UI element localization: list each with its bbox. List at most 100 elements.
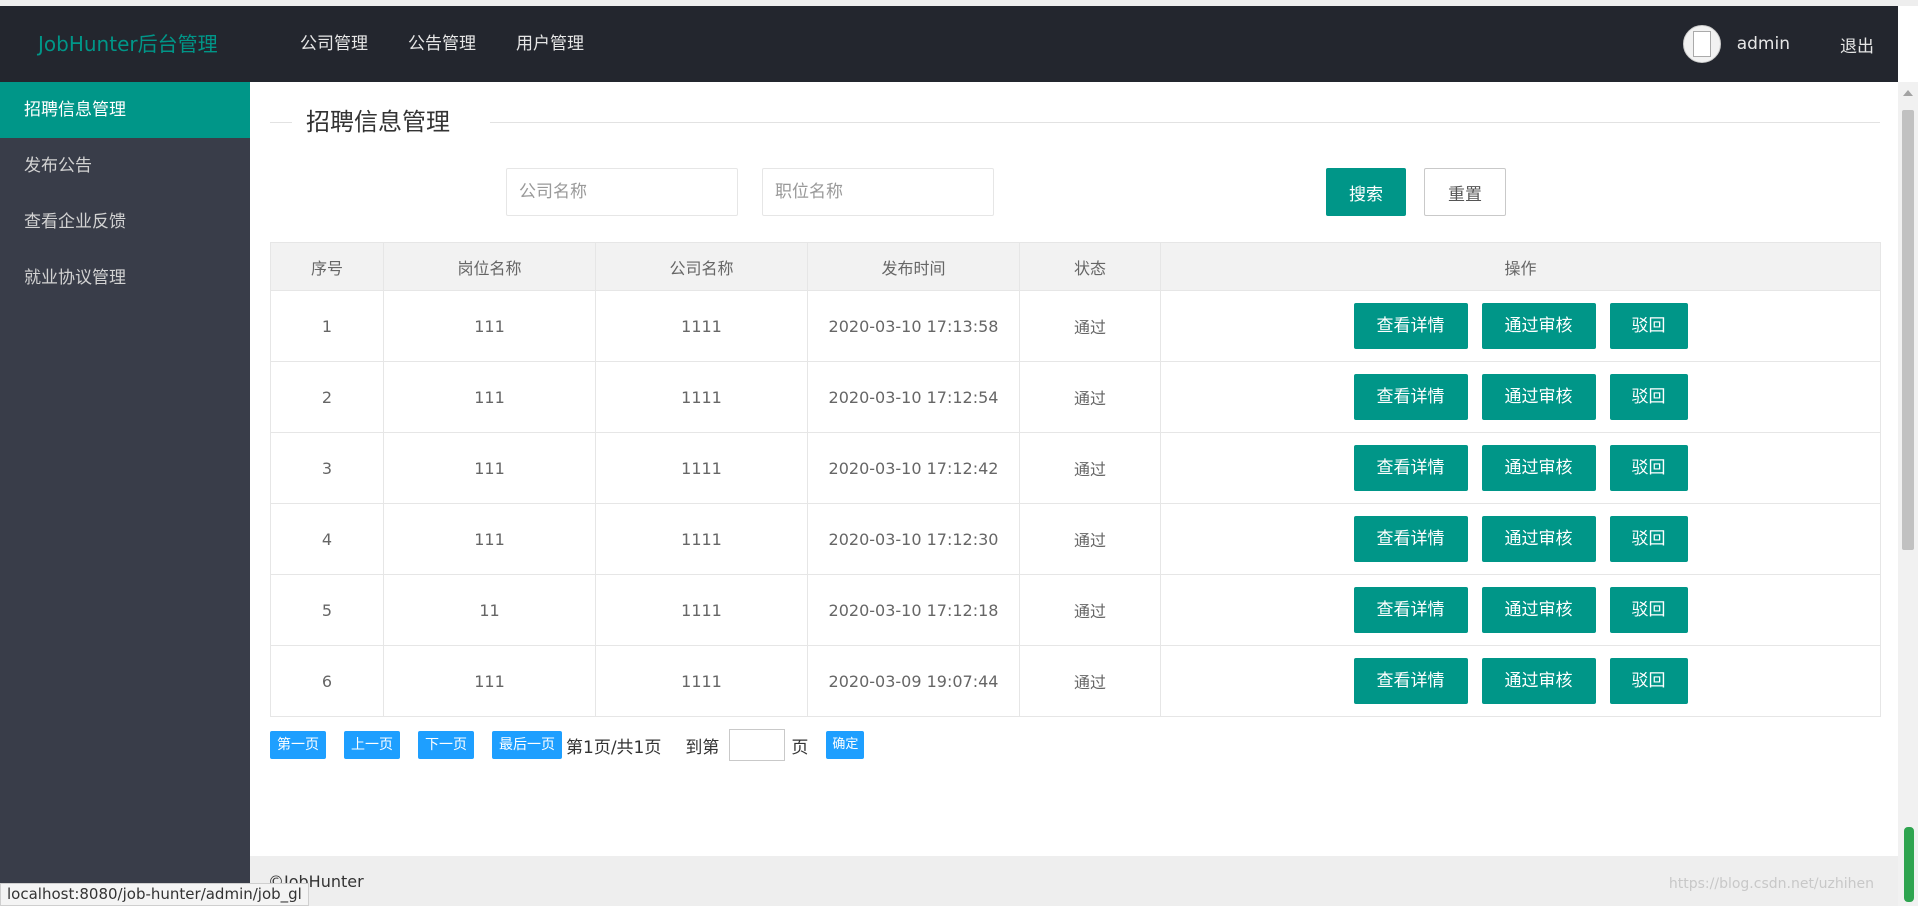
username[interactable]: admin <box>1737 34 1790 54</box>
cell-position: 111 <box>383 290 596 362</box>
view-detail-button[interactable]: 查看详情 <box>1353 587 1468 633</box>
last-page-button[interactable]: 最后一页 <box>492 731 562 759</box>
position-name-input[interactable] <box>762 168 994 216</box>
approve-button[interactable]: 通过审核 <box>1481 303 1596 349</box>
scrollbar-thumb[interactable] <box>1902 110 1914 550</box>
table-row: 3 111 1111 2020-03-10 17:12:42 通过 查看详情 通过… <box>270 432 1881 504</box>
table-row: 2 111 1111 2020-03-10 17:12:54 通过 查看详情 通过… <box>270 361 1881 433</box>
page-number-input[interactable] <box>729 729 786 761</box>
divider <box>270 122 292 123</box>
sidebar-item-recruitment[interactable]: 招聘信息管理 <box>0 82 250 138</box>
cell-company: 1111 <box>595 432 808 504</box>
page-unit-label: 页 <box>791 737 809 758</box>
cell-index: 6 <box>270 645 384 717</box>
main-content: 招聘信息管理 搜索 重置 序号 岗位名称 公司名称 发布时间 状态 操作 <box>250 82 1898 906</box>
cell-status: 通过 <box>1019 361 1161 433</box>
reject-button[interactable]: 驳回 <box>1609 374 1688 420</box>
cell-actions: 查看详情 通过审核 驳回 <box>1160 361 1881 433</box>
side-widget-thumb[interactable] <box>1904 827 1914 902</box>
company-name-input[interactable] <box>506 168 738 216</box>
cell-actions: 查看详情 通过审核 驳回 <box>1160 645 1881 717</box>
nav-company-management[interactable]: 公司管理 <box>280 6 388 82</box>
approve-button[interactable]: 通过审核 <box>1481 516 1596 562</box>
cell-position: 11 <box>383 574 596 646</box>
cell-index: 1 <box>270 290 384 362</box>
search-button[interactable]: 搜索 <box>1326 168 1406 216</box>
cell-time: 2020-03-10 17:12:54 <box>807 361 1020 433</box>
reject-button[interactable]: 驳回 <box>1609 658 1688 704</box>
view-detail-button[interactable]: 查看详情 <box>1353 658 1468 704</box>
table-row: 5 11 1111 2020-03-10 17:12:18 通过 查看详情 通过审… <box>270 574 1881 646</box>
confirm-page-button[interactable]: 确定 <box>826 731 865 759</box>
table-row: 1 111 1111 2020-03-10 17:13:58 通过 查看详情 通过… <box>270 290 1881 362</box>
first-page-button[interactable]: 第一页 <box>270 731 326 759</box>
avatar-image-icon <box>1692 31 1711 57</box>
sidebar-item-publish-notice[interactable]: 发布公告 <box>0 138 250 194</box>
table-header-row: 序号 岗位名称 公司名称 发布时间 状态 操作 <box>270 242 1881 291</box>
cell-index: 4 <box>270 503 384 575</box>
cell-time: 2020-03-10 17:12:42 <box>807 432 1020 504</box>
cell-position: 111 <box>383 361 596 433</box>
cell-actions: 查看详情 通过审核 驳回 <box>1160 290 1881 362</box>
view-detail-button[interactable]: 查看详情 <box>1353 516 1468 562</box>
cell-position: 111 <box>383 645 596 717</box>
cell-position: 111 <box>383 432 596 504</box>
divider <box>490 122 1880 123</box>
cell-actions: 查看详情 通过审核 驳回 <box>1160 503 1881 575</box>
cell-status: 通过 <box>1019 503 1161 575</box>
approve-button[interactable]: 通过审核 <box>1481 445 1596 491</box>
footer: ©JobHunter https://blog.csdn.net/uzhihen <box>250 856 1898 906</box>
cell-company: 1111 <box>595 361 808 433</box>
cell-company: 1111 <box>595 503 808 575</box>
cell-index: 3 <box>270 432 384 504</box>
approve-button[interactable]: 通过审核 <box>1481 374 1596 420</box>
cell-company: 1111 <box>595 574 808 646</box>
column-header-status: 状态 <box>1019 242 1161 291</box>
view-detail-button[interactable]: 查看详情 <box>1353 374 1468 420</box>
view-detail-button[interactable]: 查看详情 <box>1353 445 1468 491</box>
cell-position: 111 <box>383 503 596 575</box>
cell-status: 通过 <box>1019 574 1161 646</box>
cell-status: 通过 <box>1019 645 1161 717</box>
page-info: 第1页/共1页 <box>566 737 662 758</box>
cell-actions: 查看详情 通过审核 驳回 <box>1160 432 1881 504</box>
view-detail-button[interactable]: 查看详情 <box>1353 303 1468 349</box>
cell-index: 5 <box>270 574 384 646</box>
approve-button[interactable]: 通过审核 <box>1481 587 1596 633</box>
reject-button[interactable]: 驳回 <box>1609 587 1688 633</box>
prev-page-button[interactable]: 上一页 <box>344 731 400 759</box>
cell-time: 2020-03-10 17:13:58 <box>807 290 1020 362</box>
cell-time: 2020-03-10 17:12:18 <box>807 574 1020 646</box>
scroll-up-icon[interactable] <box>1903 90 1913 96</box>
reject-button[interactable]: 驳回 <box>1609 445 1688 491</box>
nav-notice-management[interactable]: 公告管理 <box>388 6 496 82</box>
next-page-button[interactable]: 下一页 <box>418 731 474 759</box>
app-logo[interactable]: JobHunter后台管理 <box>38 6 218 82</box>
top-nav: 公司管理 公告管理 用户管理 <box>280 6 604 82</box>
cell-time: 2020-03-10 17:12:30 <box>807 503 1020 575</box>
section-header: 招聘信息管理 <box>270 104 1880 140</box>
nav-user-management[interactable]: 用户管理 <box>496 6 604 82</box>
sidebar-item-agreement[interactable]: 就业协议管理 <box>0 250 250 306</box>
scrollbar[interactable] <box>1898 82 1918 906</box>
reject-button[interactable]: 驳回 <box>1609 516 1688 562</box>
approve-button[interactable]: 通过审核 <box>1481 658 1596 704</box>
reject-button[interactable]: 驳回 <box>1609 303 1688 349</box>
column-header-time: 发布时间 <box>807 242 1020 291</box>
recruitment-table: 序号 岗位名称 公司名称 发布时间 状态 操作 1 111 1111 2020-… <box>270 242 1881 717</box>
browser-status-bar: localhost:8080/job-hunter/admin/job_gl <box>0 883 309 906</box>
table-row: 4 111 1111 2020-03-10 17:12:30 通过 查看详情 通过… <box>270 503 1881 575</box>
cell-index: 2 <box>270 361 384 433</box>
column-header-position: 岗位名称 <box>383 242 596 291</box>
column-header-index: 序号 <box>270 242 384 291</box>
cell-company: 1111 <box>595 290 808 362</box>
cell-time: 2020-03-09 19:07:44 <box>807 645 1020 717</box>
pagination: 第一页 上一页 下一页 最后一页 第1页/共1页 到第 页 确定 <box>270 729 865 761</box>
cell-company: 1111 <box>595 645 808 717</box>
cell-status: 通过 <box>1019 290 1161 362</box>
sidebar-item-company-feedback[interactable]: 查看企业反馈 <box>0 194 250 250</box>
avatar[interactable] <box>1682 25 1721 63</box>
top-header: JobHunter后台管理 公司管理 公告管理 用户管理 admin 退出 <box>0 6 1898 82</box>
reset-button[interactable]: 重置 <box>1424 168 1506 216</box>
logout-link[interactable]: 退出 <box>1840 32 1874 57</box>
